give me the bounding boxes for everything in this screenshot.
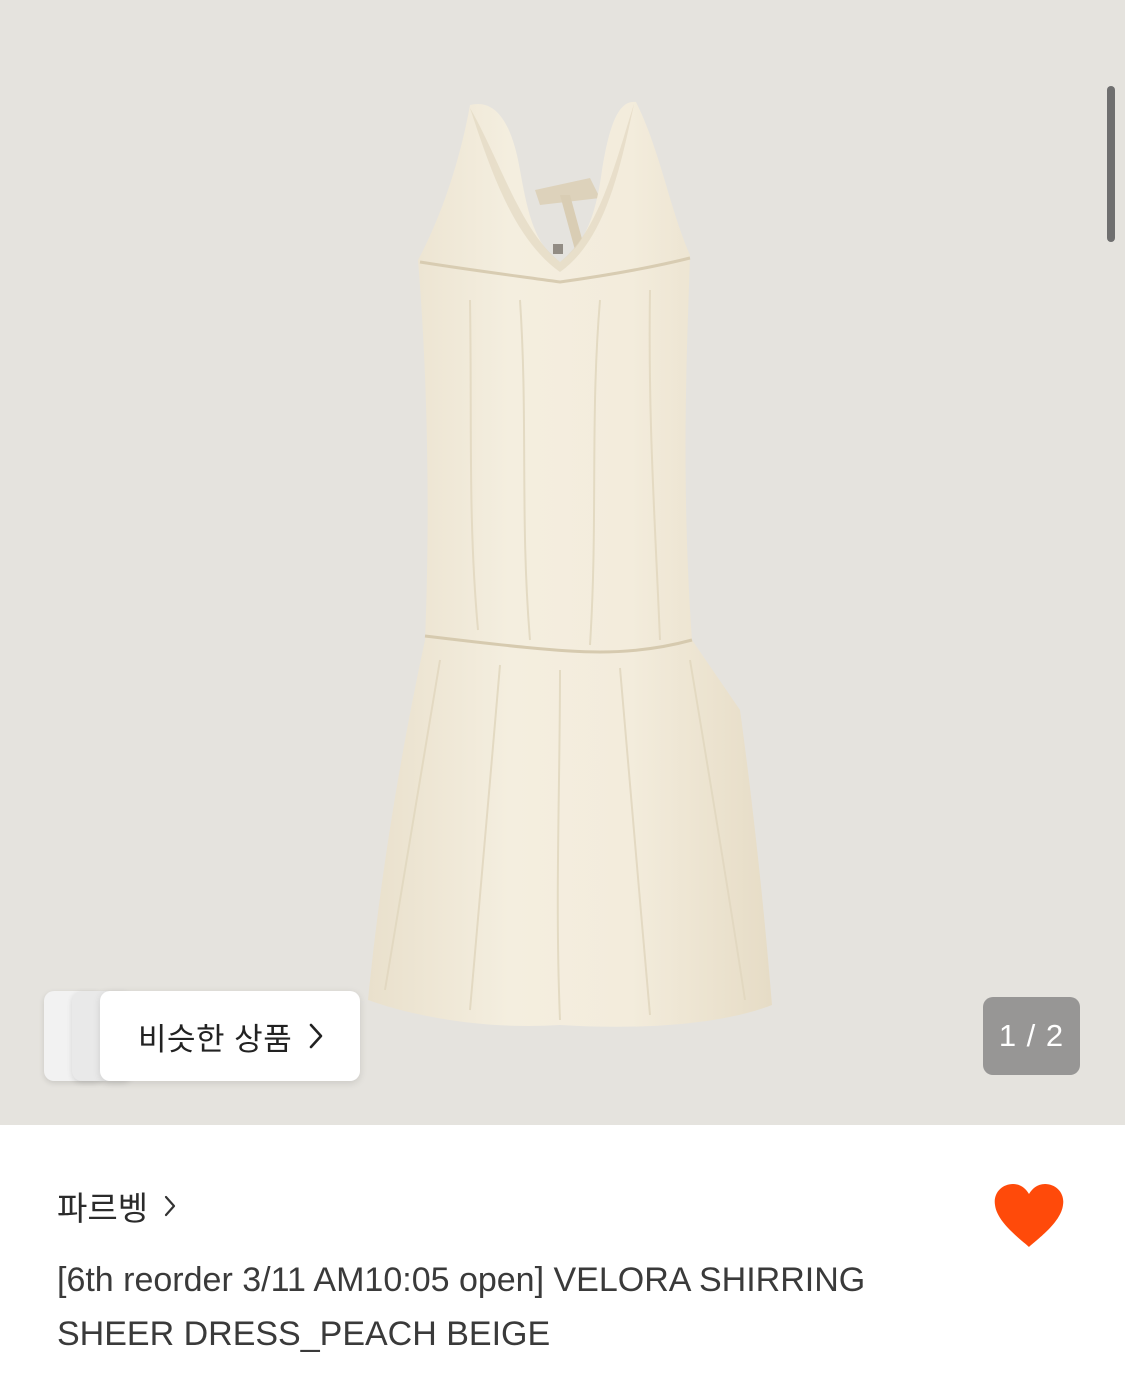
brand-name: 파르벵 — [57, 1190, 149, 1227]
similar-products-label: 비슷한 상품 — [138, 1021, 293, 1057]
image-counter: 1 / 2 — [983, 997, 1080, 1075]
image-scrollbar[interactable] — [1107, 86, 1115, 242]
product-info: 파르벵 [6th reorder 3/11 AM10:05 open] VELO… — [0, 1125, 1125, 1382]
product-image — [368, 101, 772, 1027]
product-title: [6th reorder 3/11 AM10:05 open] VELORA S… — [57, 1261, 866, 1353]
chevron-right-icon — [309, 1023, 323, 1049]
product-image-gallery[interactable]: 비슷한 상품 1 / 2 — [0, 0, 1125, 1125]
chevron-right-icon — [164, 1195, 176, 1217]
brand-link[interactable]: 파르벵 — [57, 1182, 176, 1230]
product-detail-page: 비슷한 상품 1 / 2 파르벵 [6th reorder 3/11 AM10:… — [0, 0, 1125, 1382]
heart-icon[interactable] — [993, 1183, 1065, 1249]
similar-products-button[interactable]: 비슷한 상품 — [100, 991, 360, 1081]
